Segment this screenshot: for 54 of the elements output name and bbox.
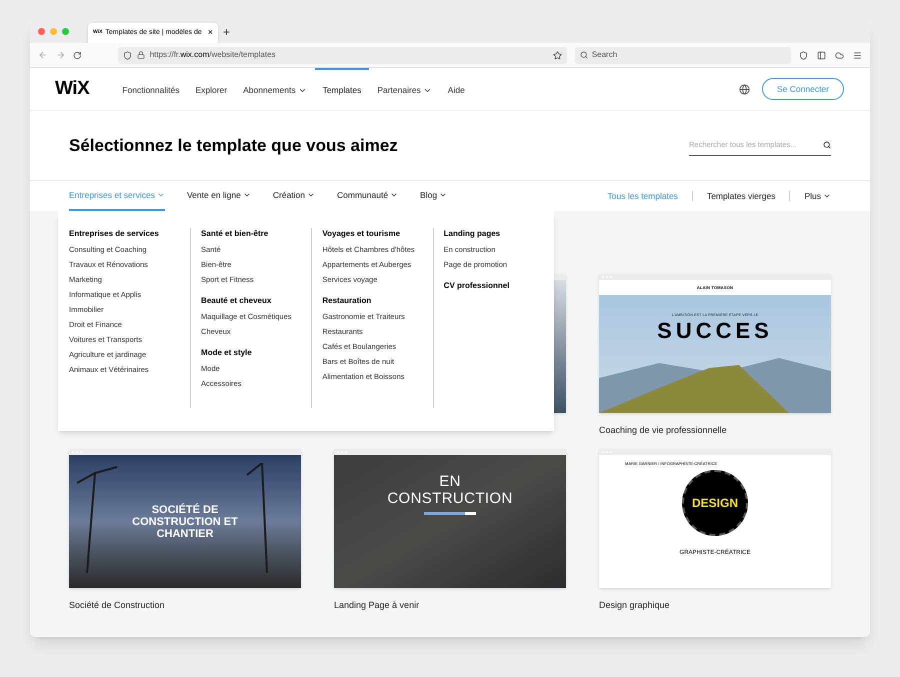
sidebar-icon[interactable] [817, 50, 826, 60]
url-text: https://fr.wix.com/website/templates [150, 49, 277, 61]
nav-link[interactable]: Abonnements [235, 68, 315, 110]
address-bar[interactable]: https://fr.wix.com/website/templates [118, 46, 567, 64]
cloud-icon[interactable] [835, 50, 844, 60]
chevron-down-icon [439, 191, 448, 199]
page-title: Sélectionnez le template que vous aimez [69, 134, 398, 157]
menu-heading[interactable]: Landing pages [444, 228, 554, 240]
category-tab[interactable]: Création [272, 181, 316, 211]
bookmark-star-icon[interactable] [552, 50, 562, 60]
menu-heading[interactable]: Restauration [322, 295, 433, 307]
template-preview[interactable]: EN CONSTRUCTION [334, 449, 566, 588]
chevron-down-icon [156, 191, 165, 199]
template-name[interactable]: Coaching de vie professionnelle [599, 424, 727, 438]
menu-heading[interactable]: Santé et bien-être [201, 228, 312, 240]
filter-link[interactable]: Plus [804, 190, 831, 202]
nav-link[interactable]: Fonctionnalités [114, 68, 188, 110]
headline: EN CONSTRUCTION [386, 473, 514, 507]
category-tab[interactable]: Blog [420, 181, 448, 211]
progress-bar [424, 512, 476, 515]
nav-link[interactable]: Explorer [187, 68, 236, 110]
chevron-down-icon [307, 191, 316, 199]
close-tab-button[interactable]: × [208, 26, 213, 40]
nav-link[interactable]: Aide [440, 68, 473, 110]
menu-icon[interactable] [853, 50, 862, 60]
menu-heading[interactable]: Entreprises de services [69, 228, 190, 240]
globe-icon[interactable] [739, 84, 750, 94]
nav-link[interactable]: Partenaires [369, 68, 440, 110]
new-tab-button[interactable]: + [223, 22, 230, 40]
menu-heading[interactable]: Voyages et tourisme [322, 228, 433, 240]
chevron-down-icon [242, 191, 251, 199]
menu-heading[interactable]: CV professionnel [444, 280, 554, 292]
reload-icon[interactable] [73, 50, 82, 60]
headline: SUCCES [657, 320, 773, 342]
menu-heading[interactable]: Mode et style [201, 347, 312, 359]
chevron-down-icon [390, 191, 398, 199]
lock-icon [136, 51, 145, 59]
close-window-button[interactable] [38, 28, 45, 35]
search-icon [580, 51, 588, 59]
headline: DESIGN [692, 495, 738, 512]
template-name[interactable]: Design graphique [599, 599, 670, 613]
menu-heading[interactable]: Beauté et cheveux [201, 295, 312, 307]
nav-link[interactable]: Templates [314, 68, 370, 110]
filter-link[interactable]: Templates vierges [706, 190, 776, 202]
template-name[interactable]: Landing Page à venir [334, 599, 420, 613]
wix-logo[interactable]: WiX [55, 74, 90, 104]
template-name[interactable]: Société de Construction [69, 599, 165, 613]
shield-icon [122, 50, 132, 60]
headline: SOCIÉTÉ DE CONSTRUCTION ET CHANTIER [131, 504, 239, 540]
template-preview[interactable]: SOCIÉTÉ DE CONSTRUCTION ET CHANTIER [69, 449, 301, 588]
search-icon [823, 141, 831, 149]
browser-search-field[interactable]: Search [574, 46, 792, 64]
category-tab[interactable]: Communauté [337, 181, 398, 211]
category-tab[interactable]: Vente en ligne [186, 181, 251, 211]
